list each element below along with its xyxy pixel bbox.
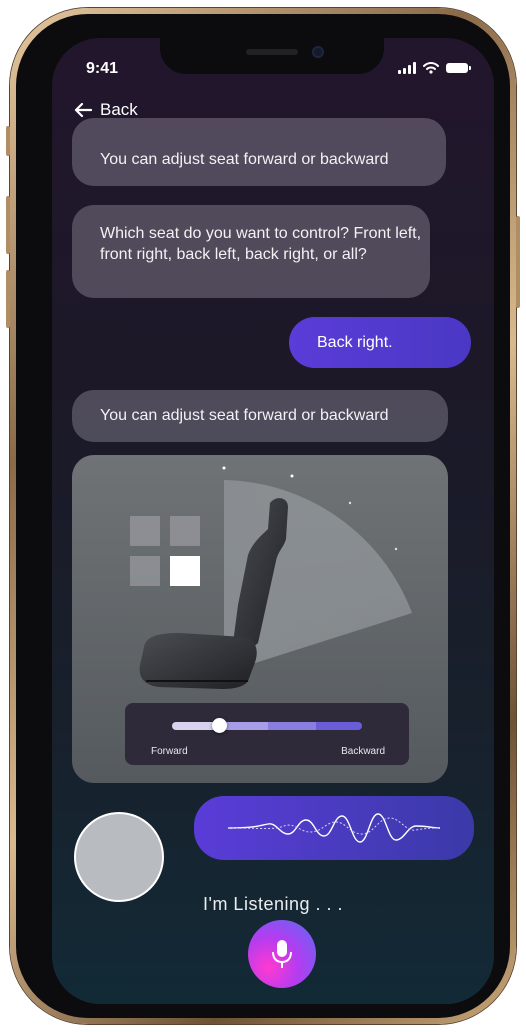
chat-bubble-user-reply: Back right. [289,317,471,368]
chat-bubble-question: Which seat do you want to control? Front… [72,205,430,298]
seat-back-left[interactable] [130,556,160,586]
seat-front-right[interactable] [170,516,200,546]
waveform-icon [227,813,441,843]
mute-switch [6,126,10,156]
chat-bubble-adjust-text: You can adjust seat forward or backward [100,407,389,424]
assistant-avatar [74,812,164,902]
microphone-icon [272,940,292,968]
wifi-icon [423,62,439,74]
phone-notch [160,38,384,74]
star-dot [394,547,398,551]
star-dot [222,466,226,470]
slider-label-backward: Backward [341,746,385,757]
listening-status-text: I'm Listening . . . [203,894,343,914]
signal-icon [398,62,416,74]
seat-position-slider-thumb[interactable] [212,718,227,733]
phone-frame: You can adjust seat forward or backward … [6,8,520,1024]
seat-front-left[interactable] [130,516,160,546]
seat-position-slider-track[interactable] [172,722,362,730]
speaker-grille [246,49,298,55]
chat-bubble-question-text: Which seat do you want to control? Front… [100,225,422,263]
slider-label-forward: Forward [151,746,188,757]
star-dot [348,501,352,505]
status-time: 9:41 [86,60,119,77]
chat-bubble-previous-text: You can adjust seat forward or backward [100,151,389,168]
seat-position-slider-panel: Forward Backward [125,703,409,765]
voice-waveform-bubble [194,796,474,860]
status-icons [398,62,471,74]
volume-up-button [6,196,10,254]
back-button-label: Back [100,100,138,119]
seat-back-right[interactable] [170,556,200,586]
front-camera [312,46,324,58]
seat-selector-grid [130,516,200,586]
star-dot [290,474,294,478]
app-screen: You can adjust seat forward or backward … [52,38,494,1004]
chat-bubble-previous: You can adjust seat forward or backward [72,118,446,186]
back-button[interactable]: Back [74,100,138,120]
arrow-left-icon [74,102,92,118]
battery-icon [446,63,471,73]
power-button [516,216,520,308]
seat-control-card: Forward Backward [72,455,448,783]
microphone-button[interactable] [248,920,316,988]
volume-down-button [6,270,10,328]
chat-bubble-adjust: You can adjust seat forward or backward [72,390,448,442]
